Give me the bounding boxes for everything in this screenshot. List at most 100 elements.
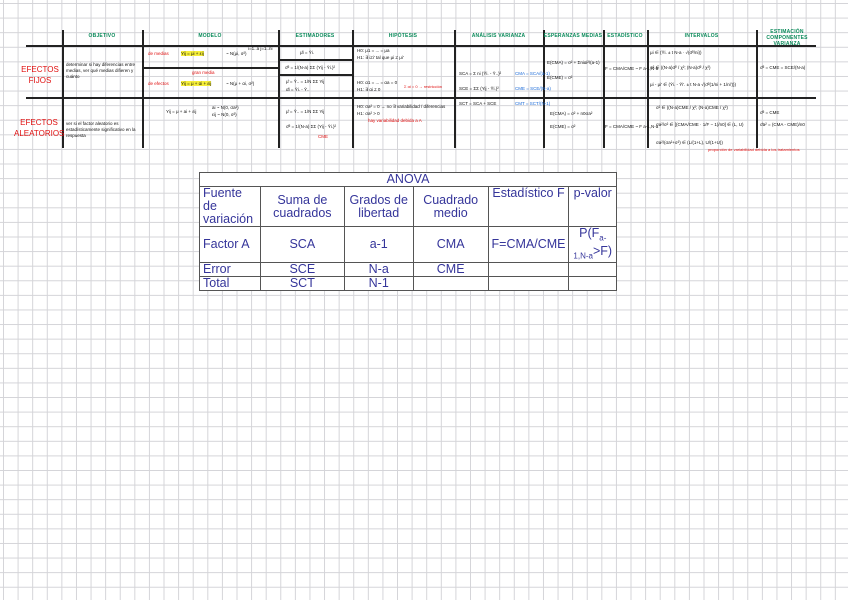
divider [278,74,352,76]
divider [142,67,278,69]
cell: Error [199,262,261,277]
cell [568,276,617,291]
esperanza-cma: E(CMA) = σ² + n0σa² [550,111,593,116]
esperanza-cma: E(CMA) = σ² + Σniαi²/(a-1) [547,60,600,65]
divider [454,30,456,148]
cell-pvalue: P(Fa-1,N-a>F) [568,226,617,263]
divider [26,45,816,47]
cell [568,262,617,277]
modelo-efectos: Yij = μ + αi + εij [181,81,212,86]
estimador-2: σ̂² = 1/(N-a) ΣΣ (Yij - Ȳi.)² [285,65,336,70]
modelo-medias-label: de medias [148,51,169,56]
estimador-1: μ̂i = Ȳi. [300,50,314,55]
cell: a-1 [343,226,414,263]
esperanza-cme: E(CME) = σ² [547,75,573,80]
divider [352,30,354,148]
intervalo-varianza: σ² ∈ ((N-a)σ̂² / χ²; (N-a)σ̂² / χ²) [650,65,711,70]
modelo-dist-e: εij ~ N(0, σ²) [212,112,237,117]
componente-varianza: σ̂² = CME = SCE/(N-a) [760,65,806,70]
column-header: Grados de libertad [343,186,414,227]
esperanza-cme: E(CME) = σ² [550,124,576,129]
modelo-efectos-note: gran media [192,70,215,75]
header-objetivo: OBJETIVO [88,33,116,39]
hipotesis-4: H1: ∃ αi ≠ 0 [357,87,381,92]
header-modelo: MODELO [198,33,222,39]
hipotesis-3: H0: α1 = ... = αa = 0 [357,80,398,85]
hipotesis-2: H1: ∃ i≠i' tal que μi ≠ μi' [357,55,404,60]
modelo-efectos-dist: ~ N(μ + αi, σ²) [226,81,255,86]
pvalue-prefix: P(F [579,226,600,240]
column-header: Estadístico F [487,186,570,227]
divider [756,30,758,148]
anova-sca: SCA = Σ ni (Ȳi. - Ȳ..)² [459,71,502,76]
hipotesis-1: H0: μ1 = ... = μa [357,48,390,53]
row-label-efectos-aleatorios: EFECTOS ALEATORIOS [14,118,65,138]
intervalo-media: μi ∈ (Ȳi. ± t N-a · √(σ̂²/ni)) [650,50,702,55]
anova-cmt: CMT = SCT/(N-1) [515,101,551,106]
cell: SCE [260,262,345,277]
header-analisis-varianza: ANÁLISIS VARIANZA [471,33,526,39]
intervalo-proporcion: σa²/(σa²+σ²) ∈ (L/(1+L), U/(1+U)) [656,140,723,145]
hipotesis-1: H0: σa² = 0 → no ∃ variabilidad / difere… [357,104,446,109]
divider [278,30,280,148]
modelo-efectos-label: de efectos [148,81,169,86]
componente-varianza-error: σ̂² = CME [760,110,780,115]
modelo-indices: i=1..a j=1..ni [248,46,273,51]
cell: Factor A [199,226,261,263]
hipotesis-restriccion: Σ αi = 0 → restricción [404,84,443,89]
row-label-efectos-fijos: EFECTOS FIJOS [21,65,59,85]
header-estadistico: ESTADÍSTICO [607,33,643,39]
cell: Total [199,276,261,291]
cell [487,262,570,277]
divider [647,30,649,148]
header-hipotesis: HIPÓTESIS [388,33,418,39]
anova-cma: CMA = SCA/(a-1) [515,71,550,76]
anova-header-row: Fuente de variación Suma de cuadrados Gr… [199,186,617,227]
estimador-4: α̂i = Ȳi. - Ȳ.. [286,87,310,92]
cell [412,276,489,291]
cell: CMA [412,226,489,263]
column-header: Cuadrado medio [412,186,489,227]
modelo-medias: Yij = μi + εij [181,51,204,56]
anova-table: ANOVA Fuente de variación Suma de cuadra… [199,172,617,291]
anova-sct: SCT = SCA + SCE [459,101,497,106]
cell: F=CMA/CME [487,226,570,263]
table-row: Total SCT N-1 [199,276,617,291]
intervalo-diferencia: μi - μi' ∈ (Ȳi. - Ȳi'. ± t N-a √(σ̂²(1/n… [650,82,737,87]
intervalo-cociente: σa²/σ² ∈ [(CMA/CME · 1/F − 1)/n0] ∈ (L, … [656,122,744,127]
anova-cme: CME = SCE/(N-a) [515,86,551,91]
intervalo-varianza: σ² ∈ ((N-a)CME / χ²; (N-a)CME / χ²) [656,105,728,110]
hipotesis-2: H1: σa² > 0 [357,111,380,116]
header-estimadores: ESTIMADORES [295,33,335,39]
table-row: Factor A SCA a-1 CMA F=CMA/CME P(Fa-1,N-… [199,226,617,263]
column-header: Fuente de variación [199,186,261,227]
cell: CME [412,262,489,277]
header-componentes-varianza: ESTIMACIÓN COMPONENTES VARIANZA [766,29,808,47]
cell: SCA [260,226,345,263]
header-intervalos: INTERVALOS [684,33,719,39]
cell [487,276,570,291]
hipotesis-note: hay variabilidad debida a A [368,118,422,123]
table-row: Error SCE N-a CME [199,262,617,277]
divider [142,30,144,148]
estimador-2: σ̂² = 1/(N-a) ΣΣ (Yij - Ȳi.)² [286,124,337,129]
intervalo-note: proporción de variabilidad debida a los … [708,147,800,152]
estadistico-f: F = CMA/CME ~ F a-1,N-a [605,124,659,129]
estimador-note: CME [318,134,328,139]
cell: SCT [260,276,345,291]
objetivo-text: determinar si hay diferencias entre medi… [66,62,136,79]
header-esperanzas: ESPERANZAS MEDIAS [543,33,603,39]
column-header: Suma de cuadrados [260,186,345,227]
estimador-3: μ̂ = Ȳ.. = 1/N ΣΣ Yij [286,79,325,84]
estimador-1: μ̂ = Ȳ.. = 1/N ΣΣ Yij [286,109,325,114]
divider [26,97,816,99]
componente-varianza-a: σ̂a² = (CMA - CME)/n0 [760,122,805,127]
column-header: p-valor [568,186,617,227]
pvalue-suffix: >F) [592,243,613,258]
objetivo-text: ver si el factor aleatorio es estadístic… [66,121,136,138]
anova-sce: SCE = ΣΣ (Yij - Ȳi.)² [459,86,499,91]
modelo-dist-a: ai ~ N(0, σa²) [212,105,239,110]
divider [278,59,352,61]
modelo-medias-dist: ~ N(μi, σ²) [226,51,247,56]
anova-title: ANOVA [199,172,617,187]
